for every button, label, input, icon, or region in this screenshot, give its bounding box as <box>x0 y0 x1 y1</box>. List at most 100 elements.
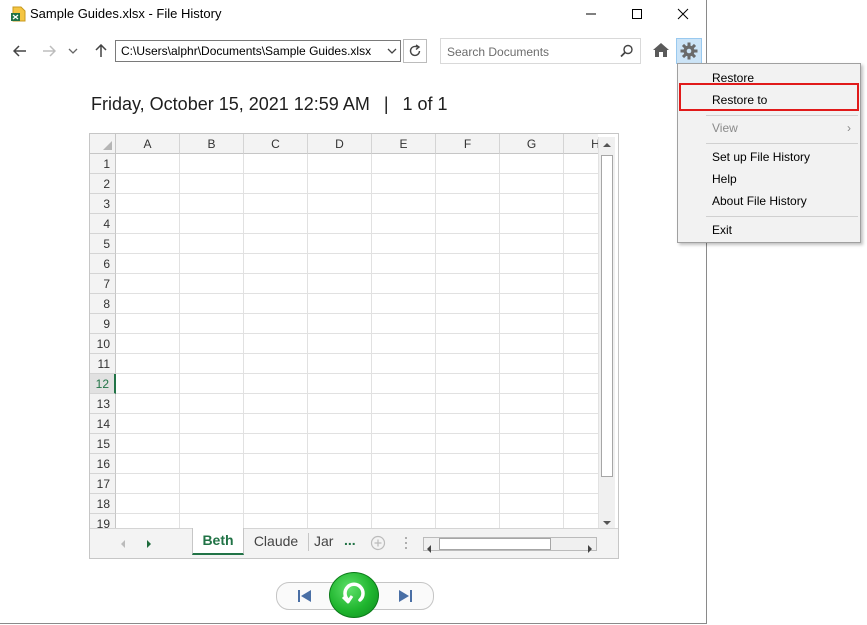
version-separator: | <box>383 94 389 114</box>
row-header[interactable]: 1 <box>90 154 116 174</box>
spreadsheet-grid: ABCDEFGH12345678910111213141516171819 <box>90 134 598 528</box>
row-header[interactable]: 19 <box>90 514 116 528</box>
vertical-scroll-thumb[interactable] <box>601 155 613 477</box>
scroll-left-button[interactable] <box>426 540 432 558</box>
column-header[interactable]: G <box>500 134 564 154</box>
version-info: Friday, October 15, 2021 12:59 AM | 1 of 1 <box>91 94 448 115</box>
settings-button[interactable] <box>676 38 702 64</box>
horizontal-scroll-thumb[interactable] <box>439 538 551 550</box>
grid-line <box>116 453 598 454</box>
more-tabs-button[interactable]: ... <box>344 529 356 551</box>
grid-line <box>116 173 598 174</box>
grid-line <box>116 393 598 394</box>
chevron-down-icon <box>387 48 397 54</box>
address-bar[interactable]: C:\Users\alphr\Documents\Sample Guides.x… <box>115 40 401 62</box>
row-header[interactable]: 18 <box>90 494 116 514</box>
triangle-right-icon <box>147 540 151 548</box>
grid-line <box>116 353 598 354</box>
window-title: Sample Guides.xlsx - File History <box>30 6 222 21</box>
minimize-button[interactable] <box>568 0 614 28</box>
address-dropdown-button[interactable] <box>383 40 401 62</box>
splitter-handle-icon[interactable] <box>404 536 408 555</box>
scroll-up-button[interactable] <box>599 137 615 153</box>
close-button[interactable] <box>660 0 706 28</box>
row-header[interactable]: 2 <box>90 174 116 194</box>
arrow-right-icon <box>43 45 56 57</box>
grid-line <box>116 233 598 234</box>
search-box[interactable] <box>440 38 641 64</box>
row-header[interactable]: 17 <box>90 474 116 494</box>
menu-item-set-up-file-history[interactable]: Set up File History <box>679 146 859 168</box>
tab-scroll-left-button[interactable] <box>116 537 130 551</box>
grid-line <box>116 313 598 314</box>
restore-button[interactable] <box>329 572 379 618</box>
vertical-scrollbar[interactable] <box>598 137 615 531</box>
row-header[interactable]: 12 <box>90 374 116 394</box>
tab-scroll-right-button[interactable] <box>142 537 156 551</box>
maximize-button[interactable] <box>614 0 660 28</box>
row-header[interactable]: 6 <box>90 254 116 274</box>
triangle-left-icon <box>427 545 431 553</box>
search-input[interactable] <box>445 42 619 62</box>
sheet-tab-beth[interactable]: Beth <box>192 528 244 555</box>
grid-line <box>116 273 598 274</box>
row-header[interactable]: 8 <box>90 294 116 314</box>
tab-divider <box>308 533 309 551</box>
menu-item-view[interactable]: View › <box>679 117 859 139</box>
row-header[interactable]: 14 <box>90 414 116 434</box>
grid-line <box>116 493 598 494</box>
grid-line <box>116 253 598 254</box>
horizontal-scrollbar[interactable] <box>423 537 597 553</box>
column-header[interactable]: H <box>564 134 598 154</box>
menu-item-help[interactable]: Help <box>679 168 859 190</box>
row-header[interactable]: 13 <box>90 394 116 414</box>
column-header[interactable]: C <box>244 134 308 154</box>
recent-locations-button[interactable] <box>64 42 82 60</box>
grid-line <box>243 154 244 528</box>
refresh-button[interactable] <box>403 39 427 63</box>
grid-line <box>499 154 500 528</box>
scroll-right-button[interactable] <box>587 540 593 558</box>
menu-item-about-file-history[interactable]: About File History <box>679 190 859 212</box>
row-header[interactable]: 7 <box>90 274 116 294</box>
back-button[interactable] <box>11 42 29 60</box>
grid-line <box>307 154 308 528</box>
title-bar: Sample Guides.xlsx - File History <box>0 0 706 28</box>
row-header[interactable]: 3 <box>90 194 116 214</box>
grid-line <box>116 413 598 414</box>
add-sheet-button[interactable] <box>370 535 386 556</box>
grid-line <box>179 154 180 528</box>
search-icon[interactable] <box>620 44 634 58</box>
sheet-tab-claude[interactable]: Claude <box>248 529 304 553</box>
column-header[interactable]: D <box>308 134 372 154</box>
excel-file-icon <box>10 5 28 23</box>
menu-separator <box>706 143 858 144</box>
file-history-window: Sample Guides.xlsx - File History C:\Use… <box>0 0 707 624</box>
previous-version-icon <box>298 590 311 602</box>
row-header[interactable]: 15 <box>90 434 116 454</box>
row-header[interactable]: 16 <box>90 454 116 474</box>
menu-separator <box>706 115 858 116</box>
column-header[interactable]: B <box>180 134 244 154</box>
highlight-annotation-box <box>679 83 859 111</box>
forward-button[interactable] <box>40 42 58 60</box>
menu-item-exit[interactable]: Exit <box>679 219 859 241</box>
row-header[interactable]: 11 <box>90 354 116 374</box>
spreadsheet-preview: ABCDEFGH12345678910111213141516171819 Be… <box>89 133 619 559</box>
sheet-tab-jar[interactable]: Jar <box>314 529 340 553</box>
up-button[interactable] <box>92 42 110 60</box>
grid-line <box>116 293 598 294</box>
row-header[interactable]: 4 <box>90 214 116 234</box>
arrow-left-icon <box>13 45 26 57</box>
column-header[interactable]: A <box>116 134 180 154</box>
row-header[interactable]: 10 <box>90 334 116 354</box>
row-header[interactable]: 5 <box>90 234 116 254</box>
column-header[interactable]: F <box>436 134 500 154</box>
chevron-right-icon: › <box>847 121 851 135</box>
triangle-down-icon <box>603 521 611 525</box>
row-header[interactable]: 9 <box>90 314 116 334</box>
column-header[interactable]: E <box>372 134 436 154</box>
home-icon[interactable] <box>652 42 670 58</box>
menu-separator <box>706 216 858 217</box>
minimize-icon <box>586 13 596 15</box>
